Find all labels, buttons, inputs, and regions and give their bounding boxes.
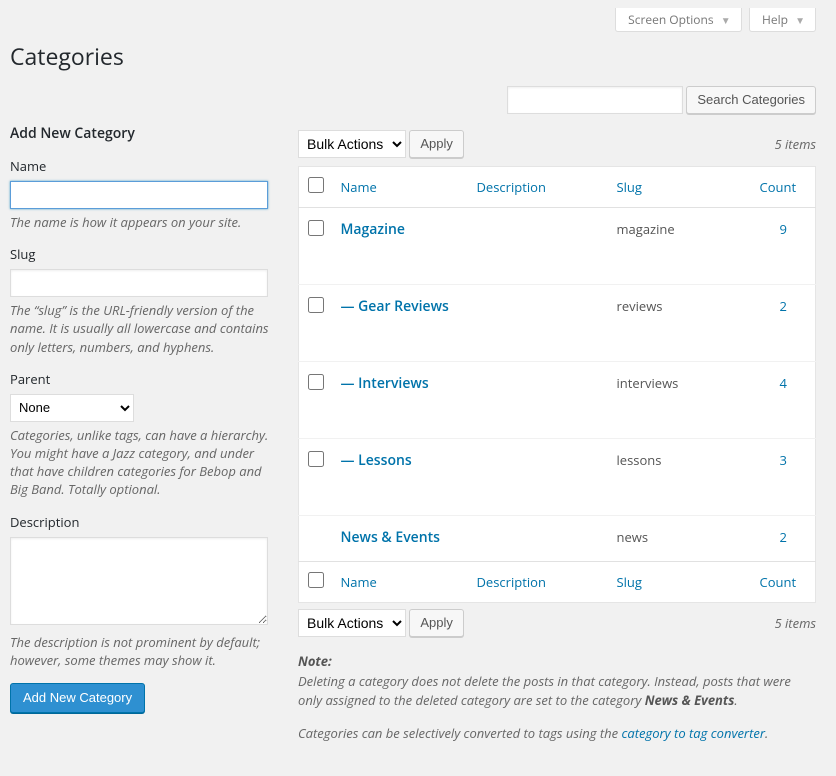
search-button[interactable]: Search Categories <box>686 86 816 114</box>
row-checkbox[interactable] <box>308 374 324 390</box>
row-description <box>469 516 609 562</box>
row-count-link[interactable]: 9 <box>760 220 808 238</box>
apply-button-top[interactable]: Apply <box>409 130 464 158</box>
description-hint: The description is not prominent by defa… <box>10 633 278 669</box>
row-title-link[interactable]: Magazine <box>341 220 405 239</box>
tag-converter-link[interactable]: category to tag converter <box>621 724 765 742</box>
column-slug[interactable]: Slug <box>617 573 642 591</box>
slug-label: Slug <box>10 245 278 263</box>
tablenav-bottom: Bulk Actions Apply 5 items <box>298 607 816 639</box>
row-slug: reviews <box>609 285 752 362</box>
description-label: Description <box>10 513 278 531</box>
tablenav-top: Bulk Actions Apply 5 items <box>298 128 816 160</box>
chevron-down-icon: ▼ <box>721 13 731 27</box>
select-all-top-checkbox[interactable] <box>308 177 324 193</box>
name-hint: The name is how it appears on your site. <box>10 213 278 231</box>
screen-options-label: Screen Options <box>628 11 713 28</box>
row-count-link[interactable]: 2 <box>760 528 808 546</box>
slug-input[interactable] <box>10 269 268 297</box>
screen-options-button[interactable]: Screen Options ▼ <box>615 8 742 32</box>
column-count[interactable]: Count <box>760 178 797 196</box>
column-name[interactable]: Name <box>341 178 377 196</box>
note-block: Note: Deleting a category does not delet… <box>298 652 816 743</box>
row-slug: news <box>609 516 752 562</box>
add-category-button[interactable]: Add New Category <box>10 683 145 713</box>
column-description[interactable]: Description <box>477 573 546 591</box>
slug-hint: The “slug” is the URL-friendly version o… <box>10 301 278 356</box>
parent-label: Parent <box>10 370 278 388</box>
parent-hint: Categories, unlike tags, can have a hier… <box>10 426 278 499</box>
items-count-bottom: 5 items <box>774 614 816 632</box>
column-count[interactable]: Count <box>760 573 797 591</box>
note-label: Note: <box>298 652 332 670</box>
row-checkbox[interactable] <box>308 297 324 313</box>
parent-select[interactable]: None <box>10 394 134 422</box>
select-all-bottom-checkbox[interactable] <box>308 572 324 588</box>
apply-button-bottom[interactable]: Apply <box>409 609 464 637</box>
table-row: Magazine magazine 9 <box>299 208 816 285</box>
row-slug: magazine <box>609 208 752 285</box>
items-count-top: 5 items <box>774 135 816 153</box>
note-converter-text-2: . <box>765 724 768 742</box>
page-title: Categories <box>10 40 816 72</box>
list-column: Bulk Actions Apply 5 items Name Descript… <box>298 124 816 756</box>
name-label: Name <box>10 157 278 175</box>
search-row: Search Categories <box>10 86 816 114</box>
add-form-title: Add New Category <box>10 124 278 143</box>
bulk-actions-select-top[interactable]: Bulk Actions <box>298 130 406 158</box>
chevron-down-icon: ▼ <box>795 13 805 27</box>
row-slug: lessons <box>609 439 752 516</box>
row-slug: interviews <box>609 362 752 439</box>
row-count-link[interactable]: 4 <box>760 374 808 392</box>
search-input[interactable] <box>507 86 683 114</box>
column-name[interactable]: Name <box>341 573 377 591</box>
note-default-category: News & Events <box>645 691 735 709</box>
row-checkbox[interactable] <box>308 220 324 236</box>
help-label: Help <box>762 11 788 28</box>
description-textarea[interactable] <box>10 537 268 625</box>
row-count-link[interactable]: 3 <box>760 451 808 469</box>
top-screen-buttons: Screen Options ▼ Help ▼ <box>10 0 816 32</box>
note-delete-text-2: . <box>734 691 737 709</box>
row-title-link[interactable]: News & Events <box>341 528 441 547</box>
name-input[interactable] <box>10 181 268 209</box>
row-description <box>469 285 609 362</box>
table-row: — Interviews interviews 4 <box>299 362 816 439</box>
categories-table: Name Description Slug Count Magazine mag… <box>298 166 816 603</box>
row-description <box>469 208 609 285</box>
row-description <box>469 362 609 439</box>
row-title-link[interactable]: — Interviews <box>341 374 429 393</box>
row-title-link[interactable]: — Lessons <box>341 451 412 470</box>
help-button[interactable]: Help ▼ <box>749 8 816 32</box>
table-footer-row: Name Description Slug Count <box>299 562 816 603</box>
add-form-column: Add New Category Name The name is how it… <box>10 124 278 756</box>
table-row: — Gear Reviews reviews 2 <box>299 285 816 362</box>
row-checkbox[interactable] <box>308 451 324 467</box>
table-header-row: Name Description Slug Count <box>299 167 816 208</box>
table-row: — Lessons lessons 3 <box>299 439 816 516</box>
table-row: News & Events news 2 <box>299 516 816 562</box>
column-slug[interactable]: Slug <box>617 178 642 196</box>
row-description <box>469 439 609 516</box>
row-count-link[interactable]: 2 <box>760 297 808 315</box>
note-converter-text-1: Categories can be selectively converted … <box>298 724 621 742</box>
bulk-actions-select-bottom[interactable]: Bulk Actions <box>298 609 406 637</box>
column-description[interactable]: Description <box>477 178 546 196</box>
row-title-link[interactable]: — Gear Reviews <box>341 297 449 316</box>
